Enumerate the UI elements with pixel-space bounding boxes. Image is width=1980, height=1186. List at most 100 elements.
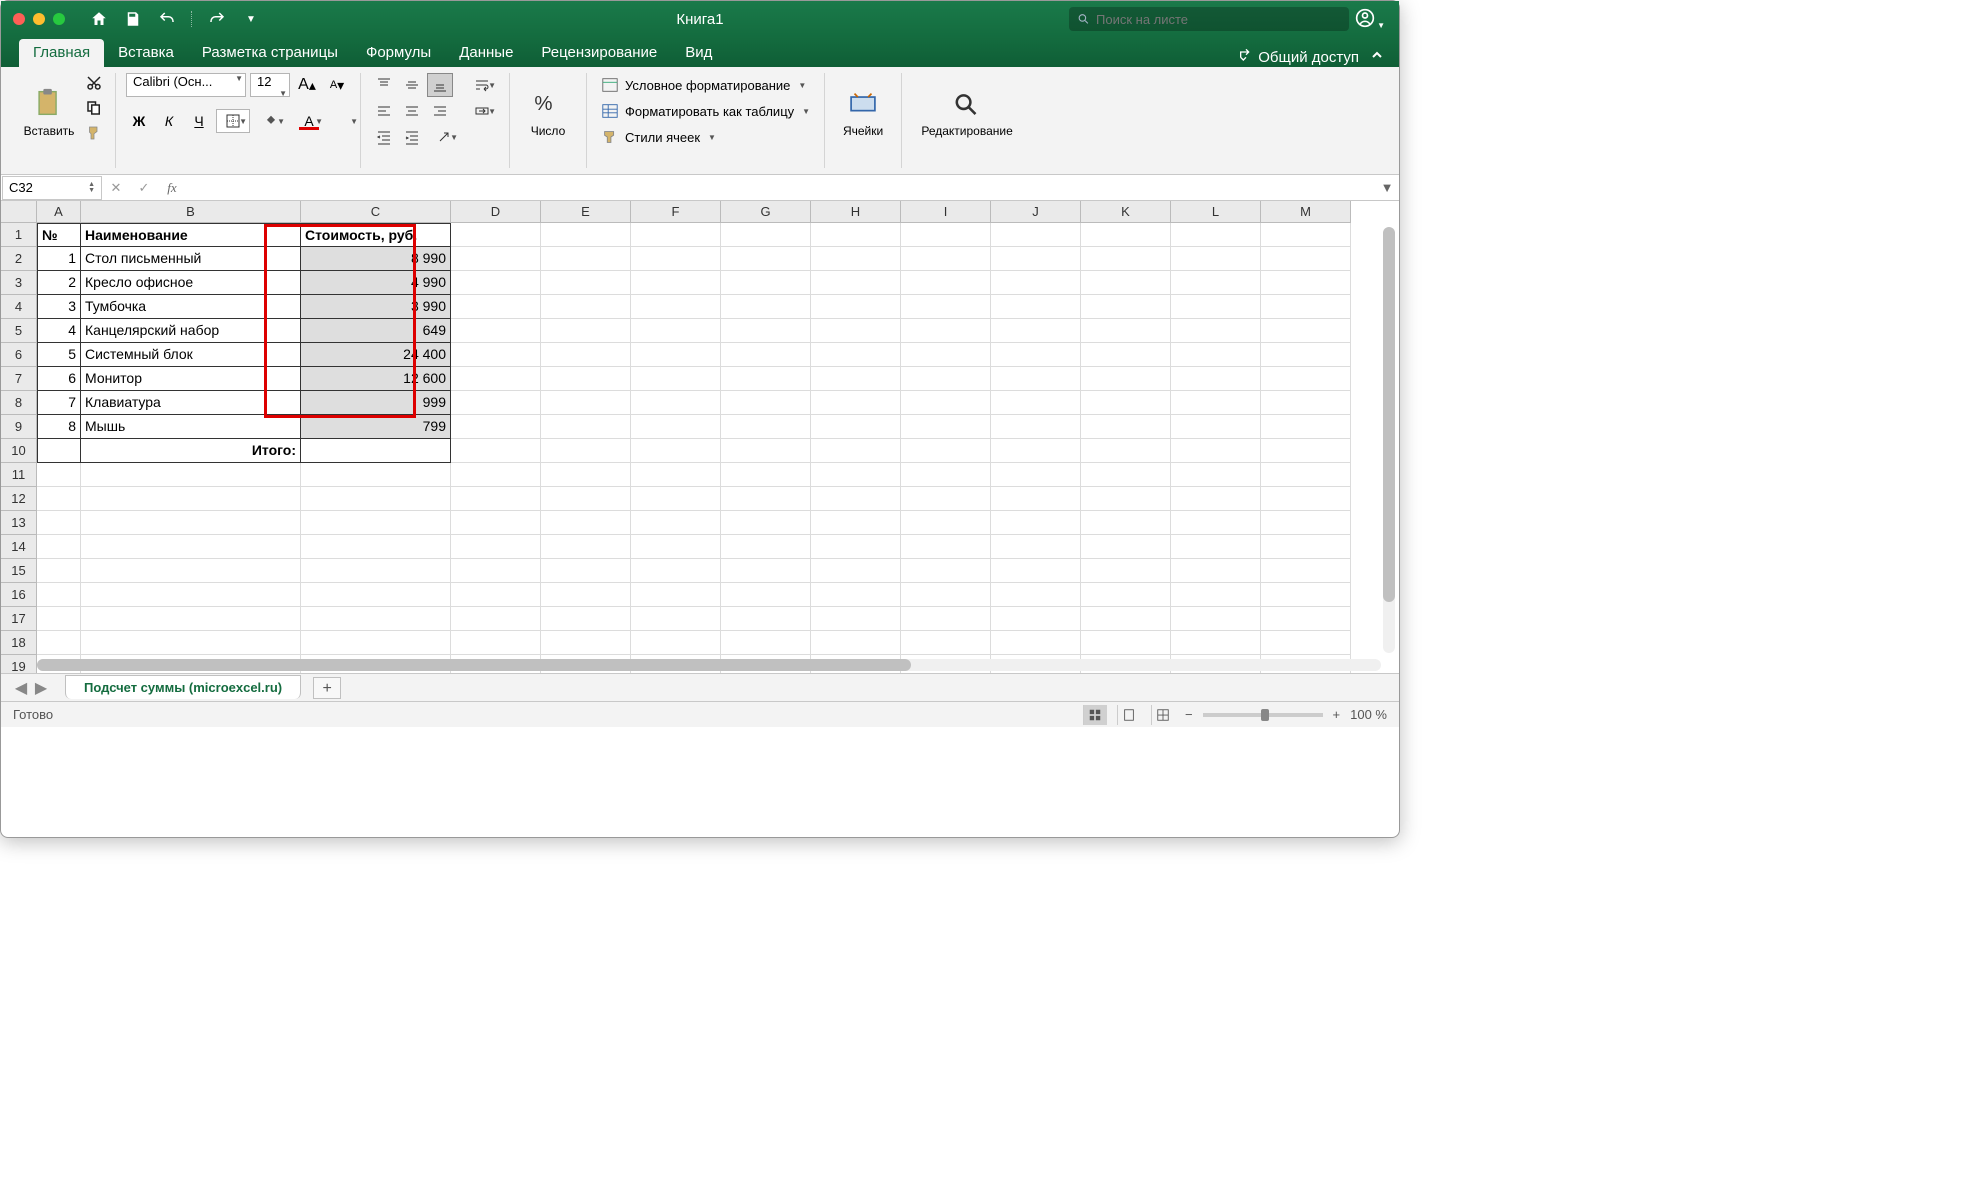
cell-E8[interactable] bbox=[541, 391, 631, 415]
cell-H2[interactable] bbox=[811, 247, 901, 271]
cell-M13[interactable] bbox=[1261, 511, 1351, 535]
formula-bar-expand-icon[interactable]: ▼ bbox=[1375, 180, 1399, 195]
cell-I2[interactable] bbox=[901, 247, 991, 271]
number-format-button[interactable]: % Число bbox=[520, 73, 576, 151]
cell-B1[interactable]: Наименование bbox=[81, 223, 301, 247]
cell-C17[interactable] bbox=[301, 607, 451, 631]
cell-I15[interactable] bbox=[901, 559, 991, 583]
cell-E12[interactable] bbox=[541, 487, 631, 511]
cell-F14[interactable] bbox=[631, 535, 721, 559]
cell-J1[interactable] bbox=[991, 223, 1081, 247]
search-box[interactable] bbox=[1069, 7, 1349, 31]
cell-E13[interactable] bbox=[541, 511, 631, 535]
cell-C14[interactable] bbox=[301, 535, 451, 559]
increase-indent-icon[interactable] bbox=[399, 125, 425, 149]
cell-L10[interactable] bbox=[1171, 439, 1261, 463]
view-page-layout-icon[interactable] bbox=[1117, 705, 1141, 725]
wrap-text-button[interactable]: ▼ bbox=[465, 73, 499, 97]
maximize-window-button[interactable] bbox=[53, 13, 65, 25]
cell-A17[interactable] bbox=[37, 607, 81, 631]
cells-area[interactable]: №НаименованиеСтоимость, руб.1Стол письме… bbox=[37, 223, 1351, 673]
cell-F10[interactable] bbox=[631, 439, 721, 463]
cell-G18[interactable] bbox=[721, 631, 811, 655]
tab-home[interactable]: Главная bbox=[19, 39, 104, 67]
cell-J3[interactable] bbox=[991, 271, 1081, 295]
zoom-slider[interactable] bbox=[1203, 713, 1323, 717]
align-top-icon[interactable] bbox=[371, 73, 397, 97]
merge-button[interactable]: ▼ bbox=[465, 99, 499, 123]
cell-D15[interactable] bbox=[451, 559, 541, 583]
cell-K15[interactable] bbox=[1081, 559, 1171, 583]
row-header-9[interactable]: 9 bbox=[1, 415, 37, 439]
cell-C6[interactable]: 24 400 bbox=[301, 343, 451, 367]
cell-I10[interactable] bbox=[901, 439, 991, 463]
cell-H6[interactable] bbox=[811, 343, 901, 367]
borders-button[interactable]: ▼ bbox=[216, 109, 250, 133]
cell-A7[interactable]: 6 bbox=[37, 367, 81, 391]
cell-M2[interactable] bbox=[1261, 247, 1351, 271]
cell-B6[interactable]: Системный блок bbox=[81, 343, 301, 367]
cell-H14[interactable] bbox=[811, 535, 901, 559]
cell-B18[interactable] bbox=[81, 631, 301, 655]
cell-I9[interactable] bbox=[901, 415, 991, 439]
cell-M16[interactable] bbox=[1261, 583, 1351, 607]
cell-H5[interactable] bbox=[811, 319, 901, 343]
cell-styles-button[interactable]: Стили ячеек▼ bbox=[597, 125, 814, 149]
cell-H17[interactable] bbox=[811, 607, 901, 631]
collapse-ribbon-icon[interactable] bbox=[1369, 47, 1385, 67]
cell-L11[interactable] bbox=[1171, 463, 1261, 487]
row-header-11[interactable]: 11 bbox=[1, 463, 37, 487]
cell-B15[interactable] bbox=[81, 559, 301, 583]
cell-D17[interactable] bbox=[451, 607, 541, 631]
cell-F5[interactable] bbox=[631, 319, 721, 343]
cell-L12[interactable] bbox=[1171, 487, 1261, 511]
row-header-13[interactable]: 13 bbox=[1, 511, 37, 535]
zoom-slider-thumb[interactable] bbox=[1261, 709, 1269, 721]
row-header-4[interactable]: 4 bbox=[1, 295, 37, 319]
qat-customize-icon[interactable]: ▼ bbox=[241, 9, 261, 29]
editing-button[interactable]: Редактирование bbox=[912, 73, 1022, 151]
row-header-8[interactable]: 8 bbox=[1, 391, 37, 415]
column-header-H[interactable]: H bbox=[811, 201, 901, 223]
cell-B3[interactable]: Кресло офисное bbox=[81, 271, 301, 295]
cell-G15[interactable] bbox=[721, 559, 811, 583]
cell-B5[interactable]: Канцелярский набор bbox=[81, 319, 301, 343]
cell-I4[interactable] bbox=[901, 295, 991, 319]
cell-C11[interactable] bbox=[301, 463, 451, 487]
cell-E10[interactable] bbox=[541, 439, 631, 463]
cell-K12[interactable] bbox=[1081, 487, 1171, 511]
cell-C8[interactable]: 999 bbox=[301, 391, 451, 415]
cell-D11[interactable] bbox=[451, 463, 541, 487]
cell-J5[interactable] bbox=[991, 319, 1081, 343]
redo-icon[interactable] bbox=[207, 9, 227, 29]
cell-K16[interactable] bbox=[1081, 583, 1171, 607]
cell-G1[interactable] bbox=[721, 223, 811, 247]
cell-D10[interactable] bbox=[451, 439, 541, 463]
cell-K13[interactable] bbox=[1081, 511, 1171, 535]
cells-button[interactable]: Ячейки bbox=[835, 73, 891, 151]
cell-C9[interactable]: 799 bbox=[301, 415, 451, 439]
cell-M10[interactable] bbox=[1261, 439, 1351, 463]
cell-C16[interactable] bbox=[301, 583, 451, 607]
cell-J11[interactable] bbox=[991, 463, 1081, 487]
cell-M15[interactable] bbox=[1261, 559, 1351, 583]
cell-I8[interactable] bbox=[901, 391, 991, 415]
cell-L5[interactable] bbox=[1171, 319, 1261, 343]
cell-F12[interactable] bbox=[631, 487, 721, 511]
view-page-break-icon[interactable] bbox=[1151, 705, 1175, 725]
cell-I17[interactable] bbox=[901, 607, 991, 631]
cell-F1[interactable] bbox=[631, 223, 721, 247]
cell-M18[interactable] bbox=[1261, 631, 1351, 655]
cell-L16[interactable] bbox=[1171, 583, 1261, 607]
row-header-1[interactable]: 1 bbox=[1, 223, 37, 247]
cell-F9[interactable] bbox=[631, 415, 721, 439]
cell-E7[interactable] bbox=[541, 367, 631, 391]
cell-J15[interactable] bbox=[991, 559, 1081, 583]
cell-G11[interactable] bbox=[721, 463, 811, 487]
format-painter-icon[interactable] bbox=[83, 122, 105, 143]
column-header-C[interactable]: C bbox=[301, 201, 451, 223]
cell-F8[interactable] bbox=[631, 391, 721, 415]
cell-I6[interactable] bbox=[901, 343, 991, 367]
cell-B7[interactable]: Монитор bbox=[81, 367, 301, 391]
zoom-level[interactable]: 100 % bbox=[1350, 707, 1387, 722]
